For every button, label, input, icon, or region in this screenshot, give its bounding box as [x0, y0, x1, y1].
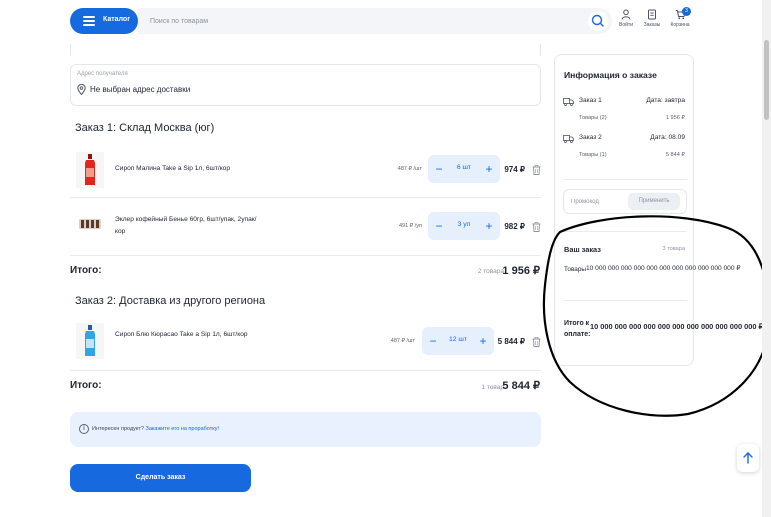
catalog-button[interactable]: Каталог — [70, 8, 138, 34]
order-divider — [70, 370, 541, 371]
cart-label: Корзина — [670, 22, 690, 28]
blue-syrup-bottle-image — [76, 323, 104, 359]
item-name[interactable]: Сироп Малина Take a Sip 1л, 6шт/кор — [115, 163, 255, 175]
shipment-2-goods-sum: 5 844 ₽ — [665, 152, 685, 158]
trash-icon[interactable] — [532, 165, 541, 175]
arrow-up-icon — [743, 452, 753, 464]
menu-icon — [83, 16, 95, 26]
your-order-count: 3 товара — [662, 246, 685, 252]
order-1-total-sum: 1 956 ₽ — [502, 265, 540, 277]
address-value: Не выбран адрес доставки — [90, 85, 191, 94]
truck-icon — [563, 135, 574, 143]
order-2-title: Заказ 2: Доставка из другого региона — [75, 295, 266, 307]
scrollbar-thumb[interactable] — [764, 40, 769, 120]
shipment-1-goods-sum: 1 956 ₽ — [665, 115, 685, 121]
eclair-pack-image — [76, 209, 104, 239]
shipment-1-date: Дата: завтра — [646, 97, 685, 104]
orders-button[interactable]: Заказы — [638, 9, 666, 28]
item-unit-price: 487 ₽ /шт — [390, 338, 415, 344]
shipment-2-date: Дата: 08.09 — [650, 134, 685, 141]
decrease-button[interactable]: − — [425, 332, 441, 350]
info-banner: i Интересен продукт? Закажите его на про… — [70, 412, 541, 447]
banner-text: Интересен продукт? Закажите его на прора… — [92, 426, 219, 432]
catalog-label: Каталог — [103, 16, 131, 23]
order-divider — [70, 255, 541, 256]
item-total: 5 844 ₽ — [497, 337, 525, 346]
promo-code-input[interactable] — [571, 196, 623, 208]
decrease-button[interactable]: − — [431, 217, 447, 235]
user-icon — [621, 9, 631, 20]
total-to-pay-label: Итого к оплате: — [564, 320, 591, 338]
quantity-value[interactable]: 3 уп — [448, 221, 480, 228]
item-unit-price: 487 ₽ /шт — [397, 166, 422, 172]
item-name[interactable]: Сироп Блю Кюрасао Take a Sip 1л, 6шт/кор — [115, 329, 260, 341]
decrease-button[interactable]: − — [431, 160, 447, 178]
login-label: Войти — [619, 22, 633, 28]
cart-button[interactable]: 3 Корзина — [666, 7, 694, 28]
item-unit-price: 491 ₽ /уп — [399, 223, 422, 229]
orders-icon — [648, 9, 656, 20]
info-icon: i — [79, 424, 89, 434]
quantity-value[interactable]: 6 шт — [448, 164, 480, 171]
shipment-1-label: Заказ 1 — [579, 97, 602, 104]
top-header: Каталог Войти Заказы 3 Корз — [0, 0, 771, 44]
apply-promo-button[interactable]: Применить — [628, 193, 680, 210]
search-icon — [591, 14, 604, 27]
order-1-total-label: Итого: — [70, 265, 102, 276]
red-syrup-bottle-image — [76, 152, 104, 188]
cart-badge: 3 — [682, 7, 691, 16]
shipment-1-goods-label: Товары (2) — [579, 115, 607, 121]
scroll-to-top-button[interactable] — [737, 444, 759, 472]
item-total: 982 ₽ — [504, 222, 525, 231]
banner-question: Интересен продукт? — [92, 426, 144, 432]
summary-divider — [563, 179, 687, 180]
quantity-value[interactable]: 12 шт — [442, 336, 474, 343]
order-1-title: Заказ 1: Склад Москва (юг) — [75, 122, 215, 134]
truck-icon — [563, 98, 574, 106]
search-bar — [138, 8, 612, 34]
request-product-link[interactable]: Закажите его на проработку! — [146, 426, 220, 432]
order-2-total-sum: 5 844 ₽ — [502, 380, 540, 392]
search-button[interactable] — [588, 11, 608, 31]
delivery-address-card[interactable]: Адрес получателя Не выбран адрес доставк… — [70, 64, 541, 106]
promo-code-box: Применить — [563, 189, 687, 214]
total-to-pay-value: 10 000 000 000 000 000 000 000 000 000 0… — [590, 322, 764, 331]
goods-total-value: 10 000 000 000 000 000 000 000 000 000 0… — [586, 265, 741, 272]
summary-title: Информация о заказе — [564, 70, 657, 80]
order-summary-card: Информация о заказе Заказ 1 Дата: завтра… — [554, 54, 763, 366]
address-label: Адрес получателя — [77, 71, 128, 77]
order-2-total-label: Итого: — [70, 380, 102, 391]
shipment-2-goods-label: Товары (1) — [579, 152, 607, 158]
item-name[interactable]: Эклер кофейный Беньe 60гр, 6шт/упак, 2уп… — [115, 214, 260, 238]
goods-total-label: Товары — [564, 266, 586, 273]
shipment-2-label: Заказ 2 — [579, 134, 602, 141]
place-order-button[interactable]: Сделать заказ — [70, 464, 251, 492]
summary-divider — [563, 231, 687, 232]
trash-icon[interactable] — [532, 222, 541, 232]
item-divider — [70, 197, 541, 198]
location-pin-icon — [77, 84, 86, 95]
item-total: 974 ₽ — [504, 165, 525, 174]
search-input[interactable] — [150, 14, 570, 28]
login-button[interactable]: Войти — [612, 9, 640, 28]
scrolled-card-edge — [70, 44, 541, 56]
summary-divider — [563, 300, 687, 301]
your-order-label: Ваш заказ — [564, 245, 601, 254]
trash-icon[interactable] — [532, 337, 541, 347]
orders-label: Заказы — [643, 22, 661, 28]
